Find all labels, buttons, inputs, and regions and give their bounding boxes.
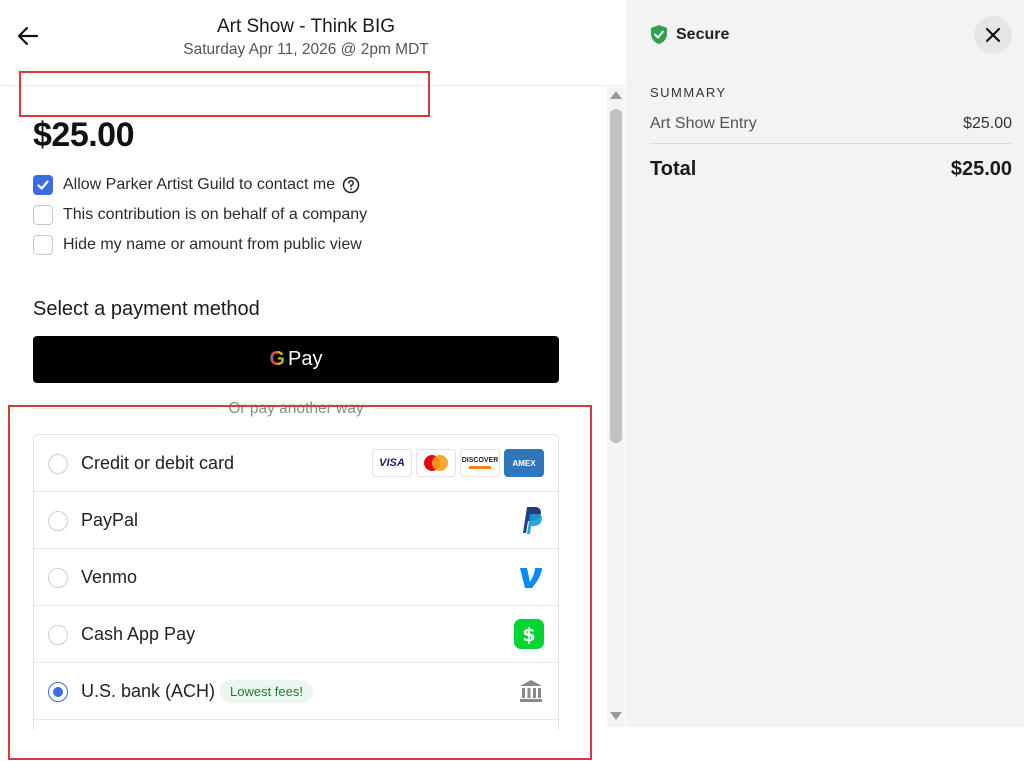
event-date: Saturday Apr 11, 2026 @ 2pm MDT: [183, 41, 429, 58]
summary-heading: SUMMARY: [650, 85, 727, 100]
summary-line-item: Art Show Entry $25.00: [650, 114, 1012, 144]
line-item-name: Art Show Entry: [650, 115, 757, 132]
scroll-down-arrow-icon[interactable]: [610, 712, 622, 720]
order-summary-panel: Secure SUMMARY Art Show Entry $25.00 Tot…: [626, 0, 1024, 727]
donation-amount: $25.00: [33, 116, 135, 154]
hide-name-label: Hide my name or amount from public view: [63, 236, 362, 253]
total-value: $25.00: [950, 158, 1012, 180]
highlight-box-payment-methods: [8, 405, 592, 760]
line-item-price: $25.00: [963, 115, 1012, 132]
company-contribution-checkbox[interactable]: This contribution is on behalf of a comp…: [33, 203, 367, 227]
vertical-scrollbar[interactable]: [607, 87, 625, 727]
secure-indicator: Secure: [650, 24, 729, 45]
highlight-box-consent: [19, 71, 430, 117]
hide-name-checkbox[interactable]: Hide my name or amount from public view: [33, 233, 362, 257]
checkbox-checked[interactable]: [33, 175, 53, 195]
checkmark-icon: [37, 180, 49, 190]
payment-method-heading: Select a payment method: [33, 298, 260, 320]
shield-check-icon: [651, 25, 667, 44]
close-icon: [985, 27, 1001, 43]
contact-consent-checkbox[interactable]: Allow Parker Artist Guild to contact me: [33, 173, 360, 197]
close-button[interactable]: [974, 16, 1012, 54]
google-pay-button[interactable]: G Pay: [33, 336, 559, 383]
checkbox-unchecked[interactable]: [33, 235, 53, 255]
google-pay-label: Pay: [288, 348, 323, 370]
scroll-up-arrow-icon[interactable]: [610, 91, 622, 99]
contact-consent-label: Allow Parker Artist Guild to contact me: [63, 176, 336, 193]
secure-label: Secure: [676, 25, 730, 43]
scrollbar-thumb[interactable]: [610, 109, 622, 443]
checkbox-unchecked[interactable]: [33, 205, 53, 225]
total-label: Total: [650, 158, 697, 180]
company-contribution-label: This contribution is on behalf of a comp…: [63, 206, 368, 223]
event-title: Art Show - Think BIG: [216, 16, 396, 37]
checkout-form: Art Show - Think BIG Saturday Apr 11, 20…: [0, 0, 626, 761]
google-g-icon: G: [269, 348, 286, 370]
question-circle-icon[interactable]: [342, 176, 360, 194]
